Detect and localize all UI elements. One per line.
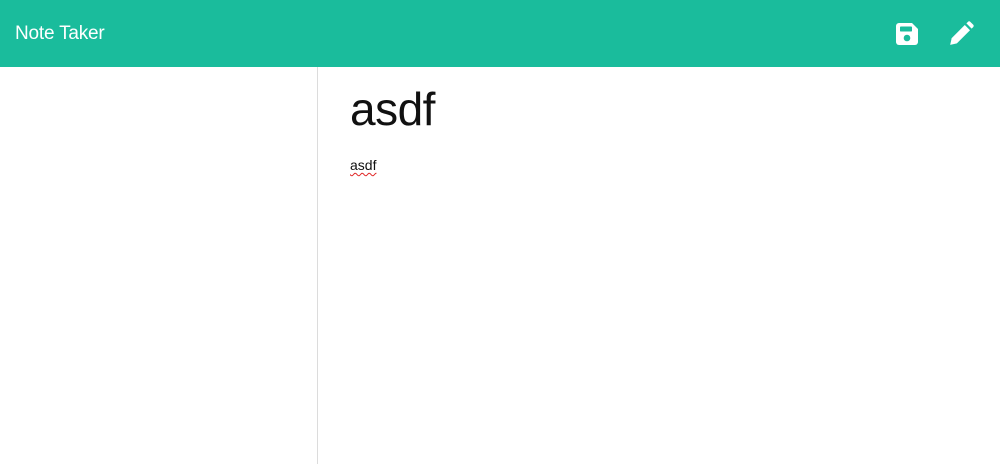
save-note-button[interactable] [890, 17, 924, 51]
navbar: Note Taker [0, 0, 1000, 67]
new-note-button[interactable] [944, 17, 978, 51]
note-title-input[interactable]: asdf [350, 81, 970, 137]
note-body-textarea[interactable]: asdf [350, 156, 970, 174]
note-body-wrap: asdf [350, 156, 1000, 174]
save-icon [896, 22, 918, 45]
notes-list-sidebar [0, 67, 318, 464]
note-editor: asdf asdf [318, 67, 1000, 464]
app-brand[interactable]: Note Taker [15, 23, 105, 45]
nav-icons [890, 0, 1000, 67]
pencil-icon [950, 20, 974, 45]
